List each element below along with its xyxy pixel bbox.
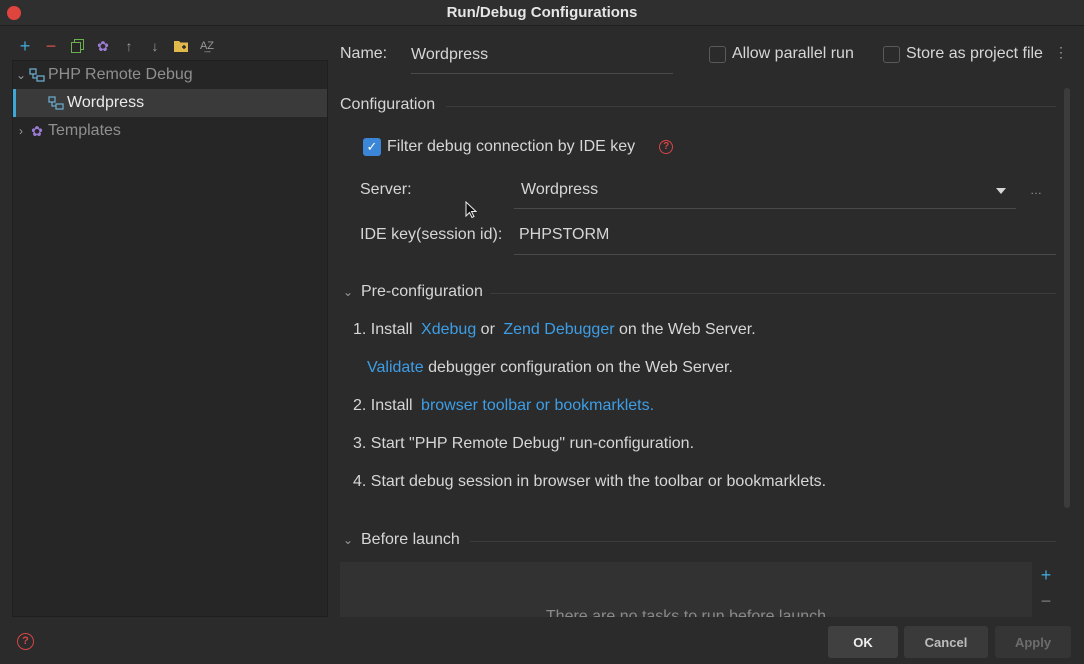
configuration-section-title: Configuration	[340, 96, 436, 113]
php-remote-debug-icon	[48, 95, 64, 111]
step-text: 1. Install	[353, 321, 413, 338]
xdebug-link[interactable]: Xdebug	[421, 321, 476, 338]
more-servers-icon[interactable]: …	[1030, 183, 1042, 197]
empty-tasks-text: There are no tasks to run before launch	[545, 608, 827, 617]
step-text: or	[480, 321, 495, 338]
name-label: Name:	[340, 45, 388, 62]
task-list-toolbar: + −	[1034, 562, 1058, 617]
server-value: Wordpress	[521, 181, 599, 198]
arrow-down-icon[interactable]: ↓	[142, 34, 168, 58]
apply-button[interactable]: Apply	[995, 626, 1071, 658]
dialog-footer: ? OK Cancel Apply	[0, 618, 1084, 664]
tree-group-php-remote-debug[interactable]: ⌄ PHP Remote Debug	[13, 61, 327, 89]
remove-task-icon[interactable]: −	[1034, 588, 1058, 614]
allow-parallel-run-option[interactable]: Allow parallel run	[709, 45, 854, 63]
step-text: 2. Install	[353, 397, 413, 414]
before-launch-title: Before launch	[361, 531, 460, 548]
gear-icon[interactable]: ✿	[90, 34, 116, 58]
arrow-up-icon[interactable]: ↑	[116, 34, 142, 58]
chevron-right-icon[interactable]: ›	[13, 124, 29, 138]
ide-key-label: IDE key(session id):	[360, 226, 503, 243]
tree-templates-label: Templates	[48, 122, 121, 139]
mouse-cursor-icon	[465, 200, 478, 224]
more-options-icon[interactable]: ⋮	[1054, 44, 1068, 61]
chevron-down-icon[interactable]	[996, 188, 1006, 194]
add-icon[interactable]: +	[12, 34, 38, 58]
ok-button[interactable]: OK	[828, 626, 898, 658]
validate-link[interactable]: Validate	[367, 359, 424, 376]
chevron-down-icon[interactable]: ⌄	[343, 533, 361, 547]
tree-group-templates[interactable]: › ✿ Templates	[13, 117, 327, 145]
step-text: debugger configuration on the Web Server…	[428, 359, 733, 376]
gear-icon: ✿	[31, 122, 43, 139]
preconfig-section-header[interactable]: ⌄ Pre-configuration	[343, 283, 483, 301]
filter-debug-label: Filter debug connection by IDE key	[387, 138, 636, 155]
preconfig-section-title: Pre-configuration	[361, 283, 483, 300]
title-bar: Run/Debug Configurations	[0, 0, 1084, 26]
tree-item-label: Wordpress	[67, 94, 145, 111]
configuration-tree: ⌄ PHP Remote Debug Wordpress › ✿ Templat…	[12, 60, 328, 617]
browser-toolbar-link[interactable]: browser toolbar or bookmarklets.	[421, 397, 654, 414]
before-launch-task-list: There are no tasks to run before launch	[340, 562, 1032, 617]
preconfig-step-2: 2. Install browser toolbar or bookmarkle…	[353, 397, 654, 415]
filter-debug-option[interactable]: ✓ Filter debug connection by IDE key ?	[363, 138, 674, 156]
scrollbar[interactable]	[1064, 88, 1070, 508]
section-divider	[470, 541, 1056, 542]
preconfig-validate: Validate debugger configuration on the W…	[367, 359, 733, 377]
store-project-label: Store as project file	[906, 45, 1043, 62]
help-icon[interactable]: ?	[659, 140, 674, 154]
step-text: on the Web Server.	[619, 321, 756, 338]
cancel-button[interactable]: Cancel	[904, 626, 988, 658]
preconfig-step-3: 3. Start "PHP Remote Debug" run-configur…	[353, 435, 695, 452]
add-task-icon[interactable]: +	[1034, 562, 1058, 588]
php-remote-debug-icon	[29, 67, 45, 83]
server-select[interactable]: Wordpress	[514, 175, 1016, 209]
chevron-down-icon[interactable]: ⌄	[13, 68, 29, 82]
config-toolbar: + − ✿ ↑ ↓ A͢Z	[12, 34, 220, 58]
ide-key-input[interactable]: PHPSTORM	[514, 220, 1056, 255]
preconfig-step-1: 1. Install Xdebug or Zend Debugger on th…	[353, 321, 756, 339]
section-divider	[446, 106, 1056, 107]
section-divider	[490, 293, 1056, 294]
copy-icon[interactable]	[64, 34, 90, 58]
store-project-file-option[interactable]: Store as project file	[883, 45, 1043, 63]
help-icon[interactable]: ?	[17, 633, 34, 650]
store-project-checkbox[interactable]	[883, 45, 900, 63]
tree-item-wordpress[interactable]: Wordpress	[13, 89, 327, 117]
window-title: Run/Debug Configurations	[446, 4, 638, 21]
remove-icon[interactable]: −	[38, 34, 64, 58]
allow-parallel-label: Allow parallel run	[732, 45, 854, 62]
tree-group-label: PHP Remote Debug	[48, 66, 193, 83]
zend-debugger-link[interactable]: Zend Debugger	[503, 321, 614, 338]
allow-parallel-checkbox[interactable]	[709, 45, 726, 63]
server-label: Server:	[360, 181, 412, 198]
before-launch-header[interactable]: ⌄ Before launch	[343, 531, 460, 549]
chevron-down-icon[interactable]: ⌄	[343, 285, 361, 299]
folder-add-icon[interactable]	[168, 34, 194, 58]
name-input[interactable]: Wordpress	[411, 44, 673, 74]
filter-debug-checkbox[interactable]: ✓	[363, 138, 381, 156]
sort-alpha-icon[interactable]: A͢Z	[194, 34, 220, 58]
preconfig-step-4: 4. Start debug session in browser with t…	[353, 473, 827, 490]
